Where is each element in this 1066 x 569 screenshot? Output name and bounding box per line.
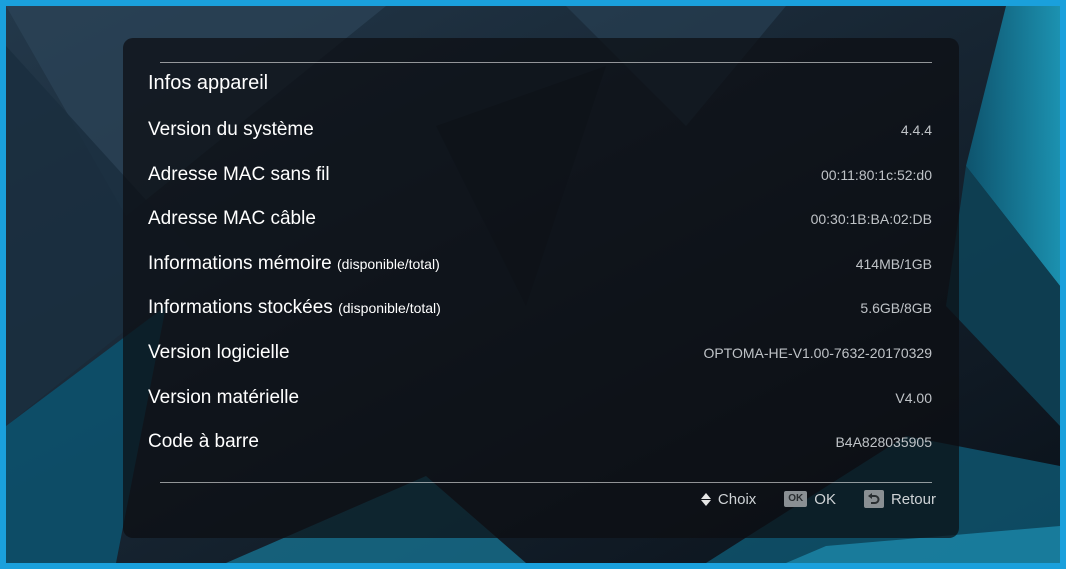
row-label: Code à barre [148,431,259,452]
row-label: Adresse MAC câble [148,208,316,229]
row-value: V4.00 [895,390,932,406]
page-title: Infos appareil [148,72,269,94]
top-divider [160,62,932,63]
info-row-hardware-version[interactable]: Version matérielle V4.00 [148,383,932,413]
row-label: Informations mémoire (disponible/total) [148,253,440,274]
up-down-arrows-icon [700,492,711,506]
row-value: B4A828035905 [835,434,932,450]
row-value: OPTOMA-HE-V1.00-7632-20170329 [703,345,932,361]
info-row-wired-mac[interactable]: Adresse MAC câble 00:30:1B:BA:02:DB [148,204,932,234]
device-info-panel [123,38,959,538]
info-row-memory[interactable]: Informations mémoire (disponible/total) … [148,249,932,279]
bottom-divider [160,482,932,483]
row-value: 00:30:1B:BA:02:DB [810,211,932,227]
row-label: Version logicielle [148,342,290,363]
hint-ok[interactable]: OK OK [784,491,836,508]
row-sublabel: (disponible/total) [338,300,441,316]
key-hints: Choix OK OK Retour [700,490,936,508]
row-value: 4.4.4 [900,122,932,138]
row-sublabel: (disponible/total) [337,256,440,272]
row-label: Version matérielle [148,387,300,408]
info-row-barcode[interactable]: Code à barre B4A828035905 [148,427,932,457]
ok-key-icon: OK [784,491,808,507]
row-value: 414MB/1GB [855,256,932,272]
return-key-icon [863,490,884,508]
row-label: Version du système [148,119,314,140]
hint-choose: Choix [700,491,756,508]
row-label: Informations stockées (disponible/total) [148,297,441,318]
info-row-software-version[interactable]: Version logicielle OPTOMA-HE-V1.00-7632-… [148,338,932,368]
hint-back[interactable]: Retour [863,490,936,508]
row-value: 5.6GB/8GB [860,300,932,316]
info-row-system-version[interactable]: Version du système 4.4.4 [148,115,932,145]
info-row-storage[interactable]: Informations stockées (disponible/total)… [148,293,932,323]
row-value: 00:11:80:1c:52:d0 [820,167,932,183]
row-label: Adresse MAC sans fil [148,164,330,185]
info-row-wireless-mac[interactable]: Adresse MAC sans fil 00:11:80:1c:52:d0 [148,160,932,190]
